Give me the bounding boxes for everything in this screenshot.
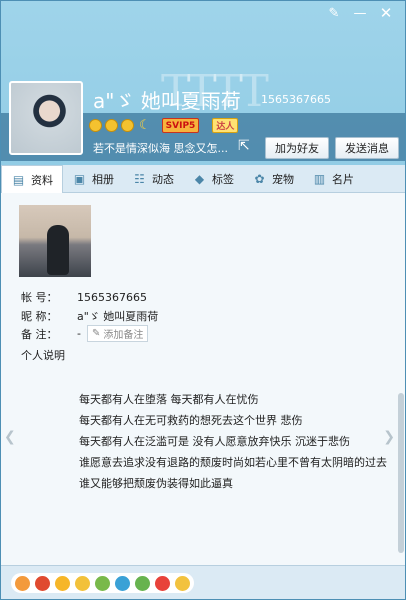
- tab-card[interactable]: ▥ 名片: [303, 165, 363, 193]
- share-icon[interactable]: ⇱: [238, 138, 256, 156]
- svip-badge[interactable]: SVIP5: [161, 118, 200, 133]
- profile-photo[interactable]: [19, 205, 91, 277]
- send-message-button[interactable]: 发送消息: [335, 137, 399, 159]
- bio-line: 每天都有人在无可救药的想死去这个世界 悲伤: [79, 414, 303, 427]
- bio-line: 每天都有人在堕落 每天都有人在忧伤: [79, 393, 259, 406]
- title-bar: ✎ — ✕: [323, 1, 405, 25]
- business-card-icon: ▥: [313, 172, 326, 186]
- add-remark-label: 添加备注: [103, 330, 144, 341]
- remark-label: 备 注：: [21, 327, 58, 341]
- nickname-value: a"ゞ 她叫夏雨荷: [77, 310, 159, 323]
- add-friend-button[interactable]: 加为好友: [265, 137, 329, 159]
- tab-feed[interactable]: ☷ 动态: [123, 165, 183, 193]
- profile-window: ✎ — ✕ TTTT a"ゞ 她叫夏雨荷 1565367665 ☾ SVIP5 …: [0, 0, 406, 600]
- tab-label: 动态: [152, 173, 174, 186]
- account-value: 1565367665: [77, 290, 147, 304]
- level-moon-icon[interactable]: ☾: [139, 118, 151, 133]
- bio-line: 谁愿意去追求没有退路的颓废时尚如若心里不曾有太阴暗的过去: [79, 456, 387, 469]
- remark-row: 备 注： - ✎ 添加备注: [21, 325, 149, 342]
- photo-figure: [47, 225, 69, 275]
- minimize-button[interactable]: —: [349, 3, 371, 23]
- nickname-label: 昵 称：: [21, 310, 58, 323]
- tab-album[interactable]: ▣ 相册: [63, 165, 123, 193]
- tab-label: 宠物: [272, 173, 294, 186]
- profile-tabs: ▤ 资料 ▣ 相册 ☷ 动态 ◆ 标签 ✿ 宠物 ▥ 名片: [1, 165, 405, 193]
- close-button[interactable]: ✕: [375, 3, 397, 23]
- emote-icon[interactable]: [135, 575, 150, 591]
- avatar[interactable]: [9, 81, 83, 155]
- bottom-bar: [1, 565, 405, 599]
- tab-label: 名片: [332, 173, 354, 186]
- level-face-icon[interactable]: [105, 119, 118, 132]
- level-face-icon[interactable]: [89, 119, 102, 132]
- bio-label: 个人说明: [21, 349, 65, 362]
- photo-album-icon: ▣: [73, 172, 86, 186]
- profile-content: 帐 号： 1565367665 昵 称： a"ゞ 她叫夏雨荷 备 注： - ✎ …: [1, 193, 405, 565]
- daren-badge[interactable]: 达人: [212, 118, 239, 133]
- level-face-icon[interactable]: [121, 119, 134, 132]
- signature: 若不是情深似海 思念又怎...: [93, 142, 228, 155]
- emote-icon[interactable]: [155, 575, 170, 591]
- emote-icon[interactable]: [15, 575, 30, 591]
- emote-icon[interactable]: [175, 575, 190, 591]
- scrollbar[interactable]: [398, 393, 404, 553]
- profile-nickname: a"ゞ 她叫夏雨荷: [93, 89, 241, 113]
- tab-label: 资料: [31, 173, 53, 187]
- account-row: 帐 号： 1565367665: [21, 289, 147, 305]
- tab-profile[interactable]: ▤ 资料: [1, 165, 63, 193]
- emote-icon[interactable]: [75, 575, 90, 591]
- emote-icon[interactable]: [35, 575, 50, 591]
- tab-label: 相册: [92, 173, 114, 186]
- add-remark-button[interactable]: ✎ 添加备注: [86, 325, 149, 342]
- emote-icon[interactable]: [115, 575, 130, 591]
- badge-row: ☾ SVIP5 达人: [89, 118, 239, 133]
- emote-icon[interactable]: [95, 575, 110, 591]
- remark-value: -: [77, 327, 81, 340]
- bio-row: 个人说明: [21, 347, 65, 363]
- account-label: 帐 号：: [21, 291, 58, 304]
- tab-tags[interactable]: ◆ 标签: [183, 165, 243, 193]
- next-arrow-icon[interactable]: ❯: [383, 429, 395, 445]
- tab-pet[interactable]: ✿ 宠物: [243, 165, 303, 193]
- prev-arrow-icon[interactable]: ❮: [4, 429, 16, 445]
- edit-icon: ✎: [91, 328, 101, 339]
- pet-icon: ✿: [254, 172, 265, 186]
- skin-icon[interactable]: ✎: [323, 3, 345, 23]
- nickname-row: 昵 称： a"ゞ 她叫夏雨荷: [21, 308, 158, 324]
- feed-icon: ☷: [134, 172, 145, 186]
- profile-id: 1565367665: [261, 93, 331, 106]
- tab-label: 标签: [212, 173, 234, 186]
- emote-row: [11, 573, 194, 593]
- bio-line: 谁又能够把颓废伪装得如此逼真: [79, 477, 233, 490]
- emote-icon[interactable]: [55, 575, 70, 591]
- profile-card-icon: ▤: [12, 172, 25, 187]
- bio-line: 每天都有人在泛滥可是 没有人愿意放弃快乐 沉迷于悲伤: [79, 435, 350, 448]
- tag-icon: ◆: [194, 172, 205, 186]
- bio-text: 每天都有人在堕落 每天都有人在忧伤 每天都有人在无可救药的想死去这个世界 悲伤 …: [79, 389, 399, 494]
